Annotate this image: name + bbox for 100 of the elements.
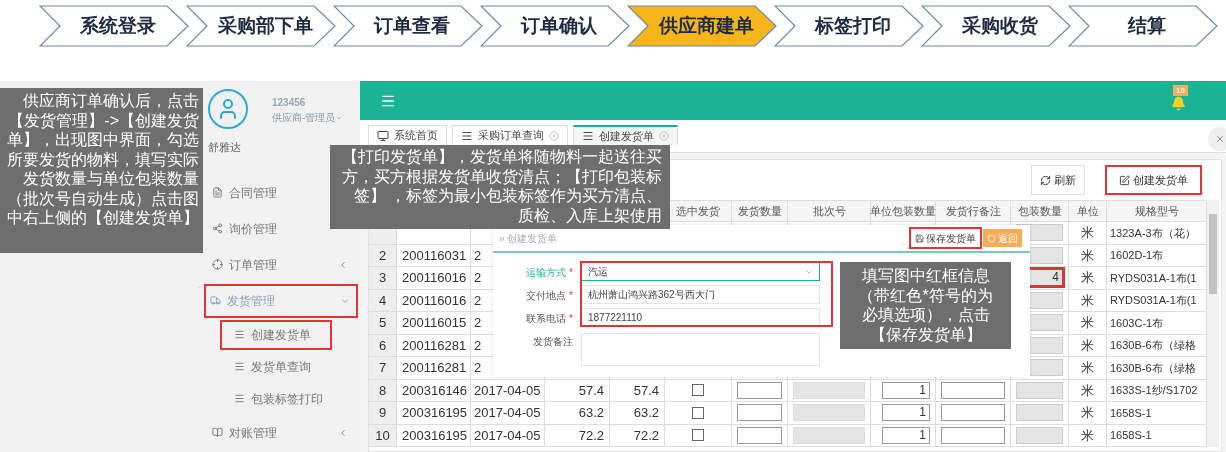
save-button[interactable]: 保存发货单 xyxy=(911,229,980,247)
monitor-icon xyxy=(377,129,389,142)
table-cell: 米 xyxy=(1081,247,1094,263)
edit-icon xyxy=(1119,174,1130,186)
bell-icon[interactable] xyxy=(1171,96,1186,111)
checkbox[interactable] xyxy=(692,406,704,419)
table-cell-text: 200116016 xyxy=(402,291,467,310)
transport-select[interactable]: 汽运 xyxy=(581,262,820,281)
column-header: 单位包装数量 xyxy=(870,203,936,219)
submenu-item[interactable]: 发货单查询 xyxy=(222,353,330,380)
process-step: 采购收货 xyxy=(921,5,1071,47)
table-cell: 1633S-1纱/S1702 xyxy=(1110,384,1198,396)
tab[interactable]: 创建发货单 xyxy=(573,125,678,145)
field-label: 联系电话 xyxy=(526,312,567,326)
remark-input[interactable] xyxy=(941,404,1005,422)
tab[interactable]: 系统首页 xyxy=(368,125,447,145)
remark-input[interactable] xyxy=(941,426,1005,444)
column-header: 单位 xyxy=(1076,203,1099,219)
table-cell-text: 72.2 xyxy=(633,426,659,445)
table-cell-text: 2017-04-05 xyxy=(474,381,541,400)
table-cell: RYDS031A-1布(1 xyxy=(1110,294,1197,306)
list-icon xyxy=(582,130,594,142)
unit-pack-input[interactable]: 1 xyxy=(882,381,930,399)
share-icon xyxy=(212,223,223,234)
list-icon xyxy=(234,393,245,404)
row-number: 4 xyxy=(369,289,397,311)
truck-icon xyxy=(210,295,221,306)
tab[interactable]: 采购订单查询 xyxy=(452,125,568,145)
column-header: 选中发货 xyxy=(676,203,720,219)
table-cell-text: 2 xyxy=(474,336,482,355)
input-field[interactable]: 杭州萧山鸿兴路362号西大门 xyxy=(581,285,820,304)
required-mark: * xyxy=(569,266,573,280)
chevron-icon xyxy=(338,427,348,438)
submenu-item[interactable]: 创建发货单 xyxy=(222,321,330,348)
unit-pack-input[interactable]: 1 xyxy=(882,404,930,422)
user-id: 123456 xyxy=(272,96,307,110)
table-cell-text: 2 xyxy=(474,291,482,310)
sidebar-item[interactable]: 询价管理 xyxy=(208,213,324,244)
quantity-input[interactable] xyxy=(737,404,782,422)
table-cell-text: 200116016 xyxy=(402,269,467,287)
table-cell: 1323A-3布（花） xyxy=(1110,226,1196,239)
table-cell-text: 200116015 xyxy=(402,314,467,332)
table-cell: 米 xyxy=(1081,337,1094,353)
required-mark: * xyxy=(569,289,573,303)
row-number: 3 xyxy=(369,267,397,289)
callout-note: 供应商订单确认后，点击【发货管理】->【创建发货单】，出现图中界面，勾选所要发货的物料，填写实际发货数量与单位包装数量（批次号自动生成）点击图中右上侧的【创建发货单】 xyxy=(0,88,203,253)
close-icon[interactable] xyxy=(549,130,559,141)
table-cell: 米 xyxy=(1081,270,1094,285)
row-number: 10 xyxy=(369,424,397,446)
process-step: 订单确认 xyxy=(480,5,630,47)
sidebar-item[interactable]: 对账管理 xyxy=(208,417,354,448)
input-field[interactable]: 1877221110 xyxy=(581,308,820,327)
crosshair-icon xyxy=(212,259,223,270)
process-step: 采购部下单 xyxy=(186,5,336,47)
remark-input[interactable] xyxy=(941,381,1005,399)
table-cell-text: 2 xyxy=(474,269,482,287)
process-step: 订单查看 xyxy=(333,5,483,47)
list-icon xyxy=(461,129,473,142)
refresh-icon xyxy=(1040,174,1051,186)
checkbox[interactable] xyxy=(692,384,704,397)
table-cell-text: 200116281 xyxy=(402,359,467,377)
toolbar-button[interactable]: 刷新 xyxy=(1031,165,1085,195)
table-cell-text: 57.4 xyxy=(578,381,604,400)
close-icon[interactable] xyxy=(1215,133,1225,144)
file-icon xyxy=(212,187,223,198)
process-step: 结算 xyxy=(1068,5,1218,47)
table-cell-text: 200316146 xyxy=(402,381,468,400)
table-cell: 米 xyxy=(1081,427,1094,443)
toolbar-button[interactable]: 创建发货单 xyxy=(1105,165,1202,195)
unit-pack-input[interactable]: 1 xyxy=(882,426,930,444)
table-cell: 米 xyxy=(1081,315,1094,330)
quantity-input[interactable] xyxy=(737,426,782,444)
table-cell-text: 2 xyxy=(474,359,482,377)
submenu-item[interactable]: 包装标签打印 xyxy=(222,385,330,412)
undo-icon xyxy=(987,233,996,243)
row-number: 8 xyxy=(369,379,397,401)
breadcrumb: » 创建发货单 xyxy=(499,231,558,246)
required-mark: * xyxy=(569,312,573,326)
column-header: 发货数量 xyxy=(737,203,782,219)
notification-badge: 10 xyxy=(1173,85,1188,96)
quantity-input[interactable] xyxy=(737,381,782,399)
callout-note: 【打印发货单】，发货单将随物料一起送往买方，买方根据发货单收货清点；【打印包装标签】 ，标签为最小包装标签作为买方清点、质检、入库上架使用 xyxy=(330,145,670,229)
scrollbar[interactable] xyxy=(1207,200,1219,447)
table-cell-text: 2 xyxy=(474,314,482,332)
avatar-icon xyxy=(208,89,248,129)
sidebar-item[interactable]: 订单管理 xyxy=(208,249,354,280)
table-cell-text: 200116031 xyxy=(402,246,467,265)
table-cell-text: 2017-04-05 xyxy=(474,404,541,422)
table-cell-text: 63.2 xyxy=(578,404,604,422)
table-cell-text: 200316195 xyxy=(402,404,468,422)
close-icon[interactable] xyxy=(659,131,669,141)
checkbox[interactable] xyxy=(692,429,704,442)
table-cell: 米 xyxy=(1081,360,1094,375)
column-header: 规格型号 xyxy=(1134,203,1179,219)
row-number: 9 xyxy=(369,402,397,424)
book-icon xyxy=(212,427,223,438)
field-label: 发货备注 xyxy=(533,335,573,349)
row-number: 5 xyxy=(369,312,397,334)
sidebar-item[interactable]: 合同管理 xyxy=(208,177,324,208)
table-cell: 1658S-1 xyxy=(1110,406,1152,419)
